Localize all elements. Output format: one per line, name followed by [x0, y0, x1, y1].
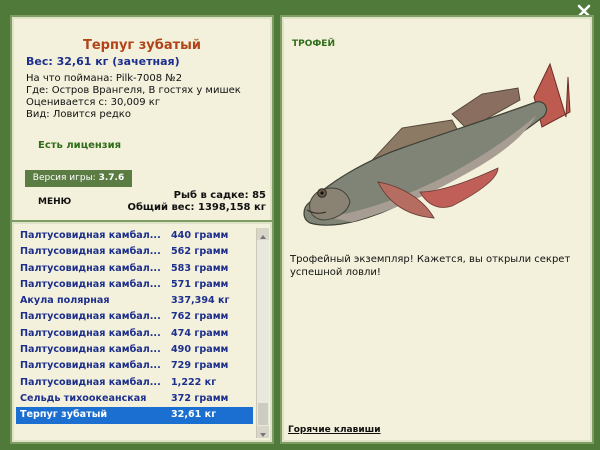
- scroll-up-icon[interactable]: [257, 228, 269, 240]
- catch-fish-name: Палтусовидная камбал...: [20, 360, 161, 372]
- price-info: Оценивается с: 30,009 кг: [26, 97, 161, 108]
- catch-fish-name: Палтусовидная камбал...: [20, 327, 161, 339]
- catch-list-item[interactable]: Палтусовидная камбал... 1,222 кг: [16, 375, 253, 391]
- catch-fish-name: Акула полярная: [20, 295, 110, 307]
- cage-count: Рыб в садке: 85: [173, 190, 266, 201]
- catch-fish-weight: 583 грамм: [171, 262, 229, 274]
- fish-weight: Вес: 32,61 кг (зачетная): [26, 55, 180, 68]
- catch-fish-weight: 440 грамм: [171, 230, 229, 241]
- catch-list-panel: Палтусовидная камбал... 440 грамм Палтусов…: [10, 220, 274, 444]
- catch-list-scrollbar[interactable]: [256, 228, 269, 438]
- catch-list-item[interactable]: Палтусовидная камбал... 474 грамм: [16, 326, 253, 342]
- catch-fish-weight: 474 грамм: [171, 327, 229, 339]
- catch-fish-name: Палтусовидная камбал...: [20, 262, 161, 274]
- license-status: Есть лицензия: [38, 140, 122, 151]
- catch-list-item[interactable]: Палтусовидная камбал... 490 грамм: [16, 342, 253, 358]
- menu-button[interactable]: МЕНЮ: [38, 197, 71, 207]
- type-info: Вид: Ловится редко: [26, 109, 131, 120]
- catch-fish-weight: 729 грамм: [171, 360, 229, 372]
- catch-list-item[interactable]: Палтусовидная камбал... 440 грамм: [16, 228, 253, 244]
- catch-fish-name: Сельдь тихоокеанская: [20, 392, 147, 404]
- catch-list-item[interactable]: Палтусовидная камбал... 571 грамм: [16, 277, 253, 293]
- catch-fish-weight: 562 грамм: [171, 246, 229, 258]
- trophy-fish-image: [292, 42, 582, 242]
- catch-list-item[interactable]: Акула полярная 337,394 кг: [16, 293, 253, 309]
- game-version: Версия игры: 3.7.6: [25, 170, 132, 187]
- location-info: Где: Остров Врангеля, В гостях у мишек: [26, 85, 241, 96]
- catch-fish-name: Палтусовидная камбал...: [20, 376, 161, 388]
- catch-fish-weight: 571 грамм: [171, 278, 229, 290]
- catch-list-item[interactable]: Терпуг зубатый 32,61 кг: [16, 407, 253, 424]
- version-value: 3.7.6: [98, 173, 125, 183]
- version-label: Версия игры:: [32, 173, 96, 183]
- catch-fish-weight: 337,394 кг: [171, 295, 230, 307]
- catch-fish-weight: 1,222 кг: [171, 376, 217, 388]
- catch-list-item[interactable]: Палтусовидная камбал... 562 грамм: [16, 244, 253, 260]
- catch-fish-name: Терпуг зубатый: [20, 409, 108, 421]
- trophy-message: Трофейный экземпляр! Кажется, вы открыли…: [290, 254, 571, 278]
- info-panel: Терпуг зубатый Вес: 32,61 кг (зачетная) …: [10, 15, 274, 224]
- catch-fish-weight: 490 грамм: [171, 344, 229, 356]
- catch-fish-name: Палтусовидная камбал...: [20, 278, 161, 290]
- catch-list-item[interactable]: Палтусовидная камбал... 583 грамм: [16, 261, 253, 277]
- catch-list-item[interactable]: Палтусовидная камбал... 729 грамм: [16, 358, 253, 374]
- hotkeys-link[interactable]: Горячие клавиши: [288, 425, 381, 435]
- bait-info: На что поймана: Pilk-7008 №2: [26, 73, 183, 84]
- catch-fish-weight: 32,61 кг: [171, 409, 217, 421]
- cage-total-weight: Общий вес: 1398,158 кг: [127, 202, 266, 213]
- catch-fish-name: Палтусовидная камбал...: [20, 311, 161, 323]
- scroll-down-icon[interactable]: [257, 426, 269, 438]
- catch-fish-name: Палтусовидная камбал...: [20, 230, 161, 241]
- catch-fish-name: Палтусовидная камбал...: [20, 246, 161, 258]
- catch-list-item[interactable]: Сельдь тихоокеанская 372 грамм: [16, 391, 253, 407]
- catch-fish-name: Палтусовидная камбал...: [20, 344, 161, 356]
- trophy-panel: ТРОФЕЙ Трофейный экземпляр! Кажется, вы …: [280, 15, 594, 444]
- catch-list-item[interactable]: Палтусовидная камбал... 762 грамм: [16, 309, 253, 325]
- scrollbar-thumb[interactable]: [258, 403, 268, 425]
- fish-title: Терпуг зубатый: [82, 38, 202, 53]
- catch-list: Палтусовидная камбал... 440 грамм Палтусов…: [16, 228, 253, 424]
- catch-fish-weight: 372 грамм: [171, 392, 229, 404]
- catch-fish-weight: 762 грамм: [171, 311, 229, 323]
